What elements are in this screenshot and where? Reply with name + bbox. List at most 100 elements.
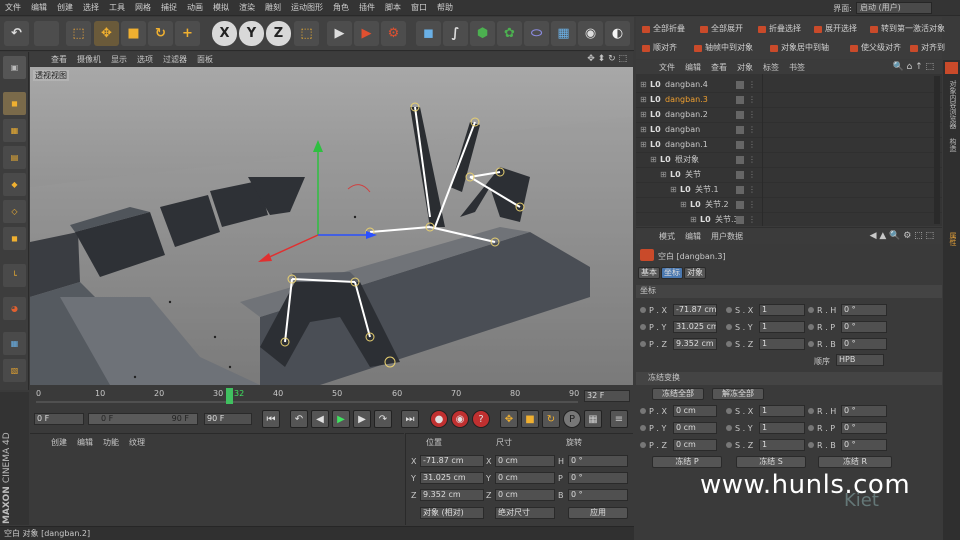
coord-size-y-field[interactable]: 0 cm: [495, 472, 555, 484]
scale-icon[interactable]: ■: [121, 21, 146, 46]
expand-icon[interactable]: ⊞: [640, 123, 647, 137]
expand-icon[interactable]: ⊞: [670, 183, 677, 197]
freeze-s-button[interactable]: 冻结 S: [736, 456, 806, 468]
end-frame-field[interactable]: 90 F: [204, 413, 252, 425]
key-position-icon[interactable]: ✥: [500, 410, 518, 428]
menu-animate[interactable]: 动画: [182, 2, 208, 13]
menu-help[interactable]: 帮助: [432, 2, 458, 13]
om-row[interactable]: ⊞ L0 关节.1 ⋮: [636, 183, 942, 198]
attr-field-value[interactable]: 0 cm: [673, 405, 717, 417]
attr-field-value[interactable]: 0 °: [841, 304, 887, 316]
animate-dot-icon[interactable]: [726, 324, 732, 330]
make-editable-icon[interactable]: ▣: [3, 56, 26, 79]
material-menu-function[interactable]: 功能: [98, 437, 124, 448]
visibility-icon[interactable]: [736, 141, 744, 149]
visibility-icon[interactable]: [736, 126, 744, 134]
attr-field-value[interactable]: 1: [759, 321, 805, 333]
animate-dot-icon[interactable]: [640, 307, 646, 313]
render-view-icon[interactable]: ▶: [327, 21, 352, 46]
attr-field-value[interactable]: 0 cm: [673, 422, 717, 434]
key-rotation-icon[interactable]: ↻: [542, 410, 560, 428]
key-scale-icon[interactable]: ■: [521, 410, 539, 428]
previous-key-icon[interactable]: ↶: [290, 410, 308, 428]
menu-script[interactable]: 脚本: [380, 2, 406, 13]
coord-pos-y-field[interactable]: 31.025 cm: [420, 472, 484, 484]
tag-icon[interactable]: ⋮: [748, 93, 756, 107]
om-menu-tags[interactable]: 标签: [758, 62, 784, 73]
cube-icon[interactable]: ◼: [416, 21, 441, 46]
expand-icon[interactable]: ⊞: [680, 198, 687, 212]
attr-tab-object[interactable]: 对象: [684, 267, 706, 279]
next-frame-icon[interactable]: ▶: [353, 410, 371, 428]
collapse-all-button[interactable]: 全部折叠: [640, 23, 685, 36]
freeze-all-button[interactable]: 冻结全部: [652, 388, 704, 400]
attr-field-value[interactable]: 0 °: [841, 439, 887, 451]
axis-mode-icon[interactable]: └: [3, 264, 26, 287]
attr-field-value[interactable]: 0 °: [841, 338, 887, 350]
om-row[interactable]: ⊞ L0 关节.3 ⋮: [636, 213, 942, 228]
go-to-start-icon[interactable]: ⏮: [262, 410, 280, 428]
timeline-ruler[interactable]: 0 10 20 30 40 50 60 70 80 90 32 32 F: [30, 386, 633, 408]
om-row[interactable]: ⊞ L0 dangban ⋮: [636, 123, 942, 138]
visibility-icon[interactable]: [736, 81, 744, 89]
attr-menu-mode[interactable]: 模式: [654, 231, 680, 242]
menu-window[interactable]: 窗口: [406, 2, 432, 13]
attr-tab-basic[interactable]: 基本: [638, 267, 660, 279]
animate-dot-icon[interactable]: [726, 442, 732, 448]
side-tab-structure[interactable]: 构造: [945, 138, 958, 152]
record-icon[interactable]: ●: [430, 410, 448, 428]
tag-icon[interactable]: ⋮: [748, 153, 756, 167]
side-tab-objects[interactable]: 对象: [945, 80, 958, 94]
visibility-icon[interactable]: [736, 111, 744, 119]
animate-dot-icon[interactable]: [808, 307, 814, 313]
om-search-icons[interactable]: 🔍 ⌂ ↑ ⬚: [892, 62, 934, 72]
light-icon[interactable]: ◐: [605, 21, 630, 46]
selection-icon[interactable]: ⬚: [66, 21, 91, 46]
menu-mesh[interactable]: 网格: [130, 2, 156, 13]
key-param-icon[interactable]: P: [563, 410, 581, 428]
redo-icon[interactable]: [34, 21, 59, 46]
attr-field-value[interactable]: 0 °: [841, 405, 887, 417]
coord-size-x-field[interactable]: 0 cm: [495, 455, 555, 467]
visibility-icon[interactable]: [736, 156, 744, 164]
om-menu-objects[interactable]: 对象: [732, 62, 758, 73]
menu-snap[interactable]: 捕捉: [156, 2, 182, 13]
expand-all-button[interactable]: 全部展开: [698, 23, 743, 36]
menu-mograph[interactable]: 运动图形: [286, 2, 328, 13]
attr-nav-icons[interactable]: ◀ ▲ 🔍 ⚙ ⬚ ⬚: [870, 231, 934, 241]
goto-first-active-button[interactable]: 转到第一激活对象: [868, 23, 945, 36]
animate-dot-icon[interactable]: [808, 324, 814, 330]
tag-icon[interactable]: ⋮: [748, 138, 756, 152]
texture-mode-icon[interactable]: ▦: [3, 119, 26, 142]
expand-icon[interactable]: ⊞: [690, 213, 697, 227]
freeze-r-button[interactable]: 冻结 R: [818, 456, 892, 468]
menu-simulate[interactable]: 模拟: [208, 2, 234, 13]
coord-size-z-field[interactable]: 0 cm: [495, 489, 555, 501]
object-center-button[interactable]: 对象居中到轴: [768, 42, 829, 55]
attr-field-value[interactable]: 0 °: [841, 321, 887, 333]
viewport-menu-view[interactable]: 查看: [46, 54, 72, 65]
edges-mode-icon[interactable]: ◇: [3, 200, 26, 223]
points-mode-icon[interactable]: ◆: [3, 173, 26, 196]
spline-pen-icon[interactable]: ∫: [443, 21, 468, 46]
viewport-menu-panel[interactable]: 面板: [192, 54, 218, 65]
model-mode-icon[interactable]: ◼: [3, 92, 26, 115]
expand-icon[interactable]: ⊞: [640, 138, 647, 152]
attr-field-value[interactable]: 9.352 cm: [673, 338, 717, 350]
add-icon[interactable]: +: [175, 21, 200, 46]
menu-render[interactable]: 渲染: [234, 2, 260, 13]
menu-tools[interactable]: 工具: [104, 2, 130, 13]
current-frame-field[interactable]: 32 F: [584, 390, 630, 402]
coord-apply-button[interactable]: 应用: [568, 507, 628, 519]
animate-dot-icon[interactable]: [640, 442, 646, 448]
side-tab-attributes[interactable]: 属性: [945, 232, 958, 246]
layout-mode-select[interactable]: 启动 (用户): [856, 2, 932, 14]
attr-field-value[interactable]: 1: [759, 338, 805, 350]
coord-rot-b-field[interactable]: 0 °: [568, 489, 628, 501]
axis-z-lock-button[interactable]: Z: [266, 21, 291, 46]
attr-field-value[interactable]: 1: [759, 304, 805, 316]
material-menu-create[interactable]: 创建: [46, 437, 72, 448]
timeline-menu-icon[interactable]: ≡: [610, 410, 628, 428]
om-row[interactable]: ⊞ L0 关节 ⋮: [636, 168, 942, 183]
tag-icon[interactable]: ⋮: [748, 108, 756, 122]
